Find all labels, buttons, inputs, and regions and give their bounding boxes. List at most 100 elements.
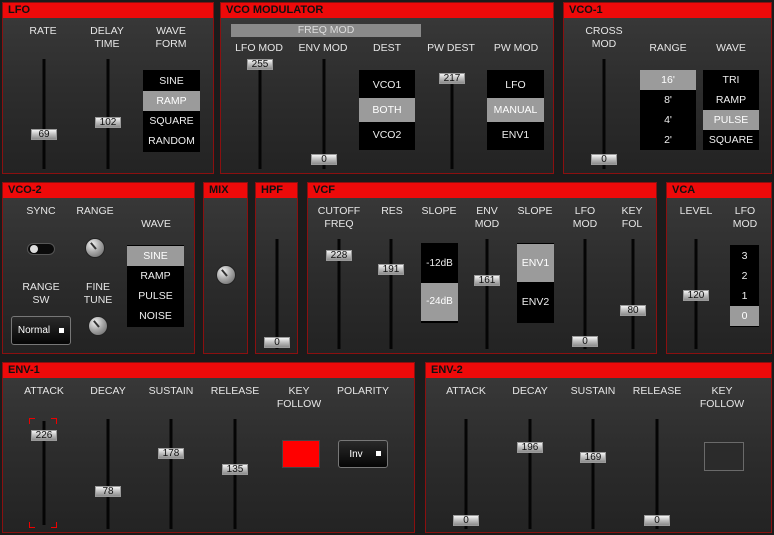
env2-sustain-slider[interactable]: [591, 419, 595, 529]
vco2-range-knob[interactable]: [85, 238, 105, 258]
lfo-delay-slider[interactable]: [106, 59, 110, 169]
env2-key-follow-button[interactable]: [704, 442, 744, 471]
polarity-value: Inv: [349, 448, 363, 460]
vco1-wave-option[interactable]: RAMP: [703, 90, 759, 110]
vca-level-thumb[interactable]: 120: [683, 290, 709, 301]
hpf-panel: HPF 0: [255, 182, 298, 354]
cutoff-thumb[interactable]: 228: [326, 250, 352, 261]
vcf-lfo-mod-label: LFO MOD: [572, 205, 598, 230]
pw-mod-option[interactable]: ENV1: [487, 123, 544, 147]
fine-tune-label: FINE TUNE: [83, 281, 113, 306]
dest-option[interactable]: VCO1: [359, 73, 415, 97]
vca-lfo-mod-option[interactable]: 0: [730, 306, 759, 326]
hpf-slider[interactable]: [275, 239, 279, 349]
vco1-range-selector: 16' 8' 4' 2': [640, 70, 696, 150]
vco1-title: VCO-1: [564, 3, 771, 18]
vca-lfo-mod-option[interactable]: 1: [730, 286, 759, 306]
vco2-panel: VCO-2 SYNC RANGE WAVE RANGE SW FINE TUNE…: [2, 182, 195, 354]
key-fol-thumb[interactable]: 80: [620, 305, 646, 316]
lfo-panel: LFO RATE DELAY TIME WAVE FORM 69 102 SIN…: [2, 2, 214, 174]
pw-mod-option[interactable]: LFO: [487, 73, 544, 97]
env1-sustain-label: SUSTAIN: [148, 385, 194, 397]
env-mod-thumb[interactable]: 0: [311, 154, 337, 165]
range-sw-label: RANGE SW: [22, 281, 60, 306]
vco2-wave-option[interactable]: RAMP: [127, 266, 184, 286]
env2-key-follow-label: KEY FOLLOW: [699, 385, 745, 410]
dest-option[interactable]: BOTH: [359, 98, 415, 122]
lfo-mod-thumb[interactable]: 255: [247, 59, 273, 70]
env2-release-thumb[interactable]: 0: [644, 515, 670, 526]
lfo-delay-thumb[interactable]: 102: [95, 117, 121, 128]
env-slope-selector: ENV1 ENV2: [517, 243, 554, 323]
pw-dest-slider[interactable]: [450, 73, 454, 169]
env-slope-option[interactable]: ENV1: [517, 244, 554, 282]
lfo-wave-option[interactable]: RAMP: [143, 91, 200, 111]
vco1-range-option[interactable]: 2': [640, 130, 696, 150]
env1-decay-thumb[interactable]: 78: [95, 486, 121, 497]
env1-attack-thumb[interactable]: 226: [31, 430, 57, 441]
cross-mod-thumb[interactable]: 0: [591, 154, 617, 165]
vco1-wave-option[interactable]: PULSE: [703, 110, 759, 130]
polarity-button[interactable]: Inv: [338, 440, 388, 468]
vcf-title: VCF: [308, 183, 656, 198]
vcf-lfo-mod-slider[interactable]: [583, 239, 587, 349]
lfo-wave-selector: SINE RAMP SQUARE RANDOM: [143, 70, 200, 152]
vcf-env-mod-thumb[interactable]: 161: [474, 275, 500, 286]
env1-release-thumb[interactable]: 135: [222, 464, 248, 475]
slope-selector: -12dB -24dB: [421, 243, 458, 323]
fine-tune-knob[interactable]: [88, 316, 108, 336]
vca-lfo-mod-option[interactable]: 2: [730, 266, 759, 286]
vco2-wave-selector: SINE RAMP PULSE NOISE: [127, 245, 184, 327]
env1-decay-slider[interactable]: [106, 419, 110, 529]
env1-key-follow-button[interactable]: [282, 440, 320, 468]
vco2-range-label: RANGE: [76, 205, 114, 217]
vco1-wave-selector: TRI RAMP PULSE SQUARE: [703, 70, 759, 150]
pw-dest-thumb[interactable]: 217: [439, 73, 465, 84]
env2-decay-thumb[interactable]: 196: [517, 442, 543, 453]
res-slider[interactable]: [389, 239, 393, 349]
env1-sustain-thumb[interactable]: 178: [158, 448, 184, 459]
dest-option[interactable]: VCO2: [359, 123, 415, 147]
vco1-wave-option[interactable]: SQUARE: [703, 130, 759, 150]
vco1-range-option[interactable]: 8': [640, 90, 696, 110]
lfo-delay-label: DELAY TIME: [90, 25, 124, 50]
env2-sustain-thumb[interactable]: 169: [580, 452, 606, 463]
vcf-lfo-mod-thumb[interactable]: 0: [572, 336, 598, 347]
env-slope-option[interactable]: ENV2: [517, 283, 554, 321]
hpf-thumb[interactable]: 0: [264, 337, 290, 348]
vcf-env-mod-slider[interactable]: [485, 239, 489, 349]
env2-decay-slider[interactable]: [528, 419, 532, 529]
vco1-range-option[interactable]: 16': [640, 70, 696, 90]
env1-sustain-slider[interactable]: [169, 419, 173, 529]
pw-mod-option[interactable]: MANUAL: [487, 98, 544, 122]
vco1-wave-option[interactable]: TRI: [703, 70, 759, 90]
lfo-rate-thumb[interactable]: 69: [31, 129, 57, 140]
lfo-wave-option[interactable]: SINE: [143, 71, 200, 91]
range-sw-button[interactable]: Normal: [11, 316, 71, 345]
vco2-wave-option[interactable]: PULSE: [127, 286, 184, 306]
vco1-range-option[interactable]: 4': [640, 110, 696, 130]
pw-mod-label: PW MOD: [493, 42, 539, 54]
mix-knob[interactable]: [216, 265, 236, 285]
vco2-wave-option[interactable]: SINE: [127, 246, 184, 266]
sync-toggle[interactable]: [27, 243, 55, 255]
vca-lfo-mod-option[interactable]: 3: [730, 246, 759, 266]
vco-modulator-title: VCO MODULATOR: [221, 3, 553, 18]
lfo-mod-slider[interactable]: [258, 59, 262, 169]
env2-attack-slider[interactable]: [464, 419, 468, 529]
slope-label: SLOPE: [421, 205, 457, 217]
env2-release-slider[interactable]: [655, 419, 659, 529]
lfo-wave-option[interactable]: RANDOM: [143, 131, 200, 151]
slope-option[interactable]: -12dB: [421, 245, 458, 283]
env2-attack-thumb[interactable]: 0: [453, 515, 479, 526]
env-mod-slider[interactable]: [322, 59, 326, 169]
vco2-wave-option[interactable]: NOISE: [127, 306, 184, 326]
res-thumb[interactable]: 191: [378, 264, 404, 275]
pw-dest-label: PW DEST: [427, 42, 475, 54]
lfo-wave-option[interactable]: SQUARE: [143, 111, 200, 131]
slope-option[interactable]: -24dB: [421, 283, 458, 321]
lfo-rate-slider[interactable]: [42, 59, 46, 169]
vco1-range-label: RANGE: [649, 42, 687, 54]
cross-mod-slider[interactable]: [602, 59, 606, 169]
key-fol-slider[interactable]: [631, 239, 635, 349]
